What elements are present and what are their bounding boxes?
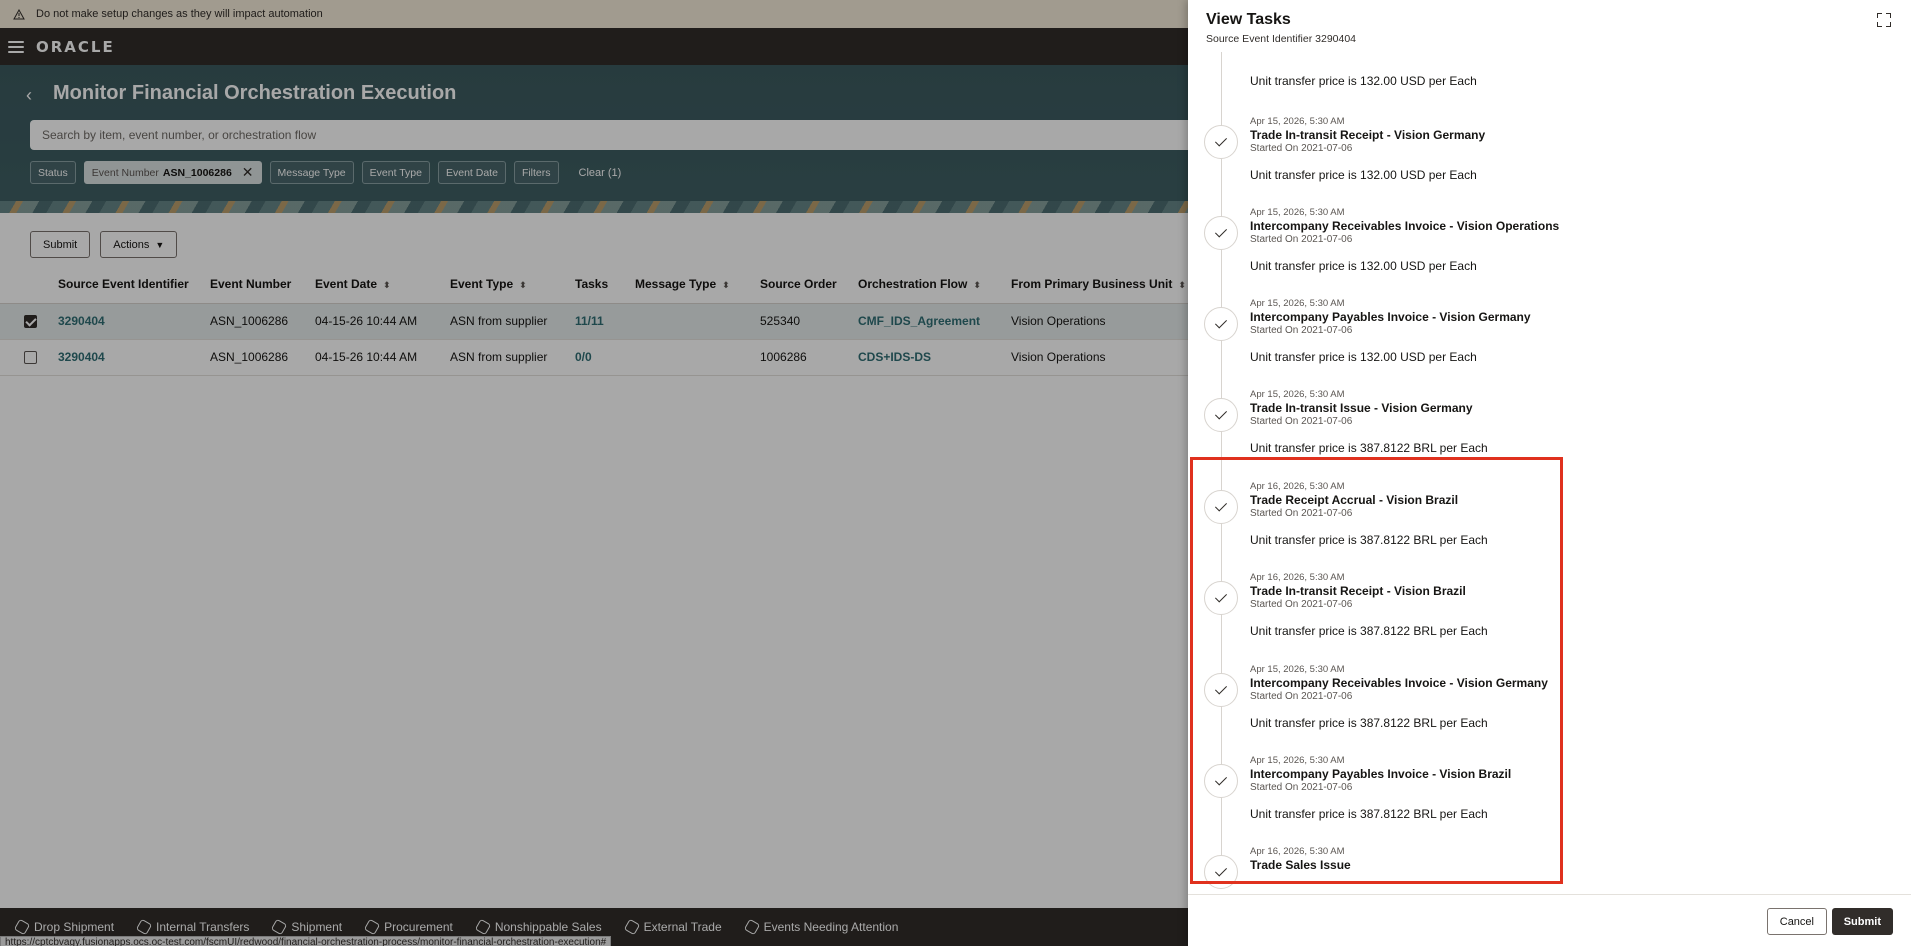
check-circle-icon [1204, 673, 1238, 707]
task-price: Unit transfer price is 132.00 USD per Ea… [1250, 350, 1477, 364]
drawer-subtitle: Source Event Identifier 3290404 [1206, 33, 1357, 45]
task-date: Apr 16, 2026, 5:30 AM [1250, 481, 1345, 492]
task-date: Apr 15, 2026, 5:30 AM [1250, 298, 1345, 309]
task-title: Trade Receipt Accrual - Vision Brazil [1250, 493, 1459, 507]
task-date: Apr 15, 2026, 5:30 AM [1250, 389, 1345, 400]
task-item: Apr 16, 2026, 5:30 AM Trade In-transit R… [1188, 571, 1911, 662]
cancel-button[interactable]: Cancel [1766, 908, 1827, 935]
check-circle-icon [1204, 398, 1238, 432]
task-date: Apr 15, 2026, 5:30 AM [1250, 207, 1345, 218]
task-price: Unit transfer price is 387.8122 BRL per … [1250, 624, 1488, 638]
check-circle-icon [1204, 307, 1238, 341]
task-title: Trade In-transit Issue - Vision Germany [1250, 401, 1473, 415]
view-tasks-drawer: View Tasks Source Event Identifier 32904… [1188, 0, 1911, 946]
task-title: Intercompany Payables Invoice - Vision G… [1250, 310, 1531, 324]
task-price: Unit transfer price is 387.8122 BRL per … [1250, 441, 1488, 455]
task-started: Started On 2021-07-06 [1250, 325, 1353, 336]
task-item: Apr 15, 2026, 5:30 AM Trade In-transit I… [1188, 388, 1911, 479]
task-item: Apr 15, 2026, 5:30 AM Trade In-transit R… [1188, 115, 1911, 206]
task-date: Apr 15, 2026, 5:30 AM [1250, 664, 1345, 675]
task-started: Started On 2021-07-06 [1250, 143, 1353, 154]
task-started: Started On 2021-07-06 [1250, 508, 1353, 519]
task-price: Unit transfer price is 387.8122 BRL per … [1250, 807, 1488, 821]
task-timeline[interactable]: Unit transfer price is 132.00 USD per Ea… [1188, 52, 1911, 894]
task-price: Unit transfer price is 132.00 USD per Ea… [1250, 168, 1477, 182]
task-item: Apr 16, 2026, 5:30 AM Trade Sales Issue [1188, 845, 1911, 894]
drawer-header: View Tasks Source Event Identifier 32904… [1188, 0, 1911, 52]
task-date: Apr 16, 2026, 5:30 AM [1250, 846, 1345, 857]
task-started: Started On 2021-07-06 [1250, 416, 1353, 427]
task-item: Apr 15, 2026, 5:30 AM Intercompany Payab… [1188, 297, 1911, 388]
task-date: Apr 15, 2026, 5:30 AM [1250, 755, 1345, 766]
task-item: Apr 15, 2026, 5:30 AM Intercompany Payab… [1188, 754, 1911, 845]
task-item: Apr 15, 2026, 5:30 AM Intercompany Recei… [1188, 206, 1911, 297]
task-started: Started On 2021-07-06 [1250, 234, 1353, 245]
check-circle-icon [1204, 581, 1238, 615]
task-price: Unit transfer price is 387.8122 BRL per … [1250, 716, 1488, 730]
task-item: Apr 15, 2026, 5:30 AM Intercompany Recei… [1188, 663, 1911, 754]
task-title: Trade Sales Issue [1250, 858, 1351, 872]
check-circle-icon [1204, 855, 1238, 889]
task-title: Trade In-transit Receipt - Vision German… [1250, 128, 1486, 142]
task-title: Intercompany Payables Invoice - Vision B… [1250, 767, 1512, 781]
task-date: Apr 15, 2026, 5:30 AM [1250, 116, 1345, 127]
task-started: Started On 2021-07-06 [1250, 691, 1353, 702]
maximize-icon[interactable] [1877, 13, 1891, 27]
modal-backdrop[interactable] [0, 0, 1188, 946]
drawer-submit-button[interactable]: Submit [1831, 908, 1893, 935]
check-circle-icon [1204, 216, 1238, 250]
task-started: Started On 2021-07-06 [1250, 599, 1353, 610]
task-price: Unit transfer price is 132.00 USD per Ea… [1250, 74, 1477, 88]
task-started: Started On 2021-07-06 [1250, 782, 1353, 793]
task-title: Intercompany Receivables Invoice - Visio… [1250, 676, 1548, 690]
check-circle-icon [1204, 490, 1238, 524]
task-title: Intercompany Receivables Invoice - Visio… [1250, 219, 1560, 233]
drawer-footer: Cancel Submit [1188, 894, 1911, 946]
task-date: Apr 16, 2026, 5:30 AM [1250, 572, 1345, 583]
task-price: Unit transfer price is 387.8122 BRL per … [1250, 533, 1488, 547]
check-circle-icon [1204, 125, 1238, 159]
drawer-title: View Tasks [1206, 11, 1291, 28]
check-circle-icon [1204, 764, 1238, 798]
task-item: Apr 16, 2026, 5:30 AM Trade Receipt Accr… [1188, 480, 1911, 571]
task-price: Unit transfer price is 132.00 USD per Ea… [1250, 259, 1477, 273]
task-title: Trade In-transit Receipt - Vision Brazil [1250, 584, 1466, 598]
